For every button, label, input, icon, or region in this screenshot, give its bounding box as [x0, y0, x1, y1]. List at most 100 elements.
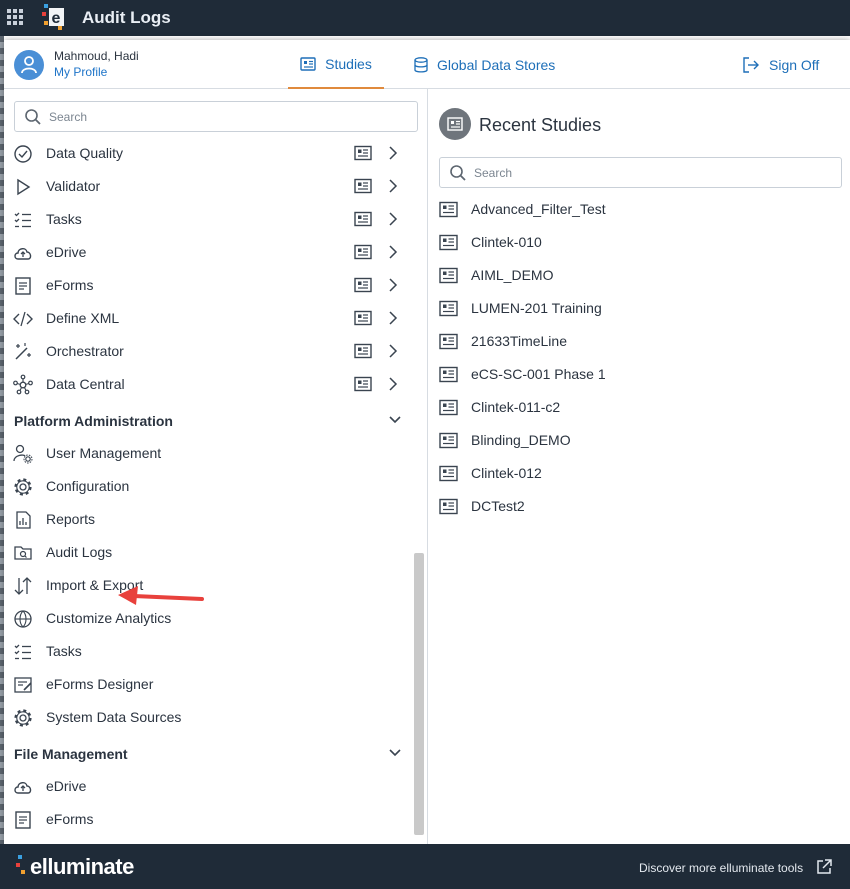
app-grid-icon[interactable] [7, 9, 23, 25]
study-doc-icon[interactable] [354, 244, 372, 260]
study-name: Blinding_DEMO [471, 432, 571, 448]
svg-text:e: e [52, 10, 61, 27]
study-item[interactable]: AIML_DEMO [439, 259, 839, 292]
study-doc-icon[interactable] [354, 211, 372, 227]
menu-item-label: eDrive [46, 244, 87, 260]
play-outline-icon [17, 178, 31, 196]
menu-item-admin-tasks[interactable]: Tasks [4, 635, 414, 668]
menu-item-import-export[interactable]: Import & Export [4, 569, 414, 602]
study-doc-icon[interactable] [354, 277, 372, 293]
menu-item-validator[interactable]: Validator [4, 170, 414, 203]
cloud-upload-icon [14, 782, 32, 794]
menu-item-label: eForms [46, 811, 94, 827]
analytics-icon [14, 610, 32, 628]
sign-off-button[interactable]: Sign Off [742, 40, 819, 89]
tab-global-data-stores[interactable]: Global Data Stores [414, 40, 555, 89]
tools-column: Search Data Quality Validator Tasks eDri… [4, 89, 428, 844]
menu-item-tasks[interactable]: Tasks [4, 203, 414, 236]
code-icon [13, 311, 33, 327]
app-title: Audit Logs [82, 8, 171, 27]
menu-item-file-edrive[interactable]: eDrive [4, 770, 414, 803]
study-name: DCTest2 [471, 498, 525, 514]
study-item[interactable]: 21633TimeLine [439, 325, 839, 358]
chevron-right-icon[interactable] [387, 343, 399, 359]
tools-search-input[interactable]: Search [14, 101, 418, 132]
study-doc-icon[interactable] [354, 145, 372, 161]
gear-icon [14, 709, 32, 727]
report-icon [16, 511, 31, 529]
study-doc-icon[interactable] [354, 310, 372, 326]
study-name: LUMEN-201 Training [471, 300, 602, 316]
chevron-down-icon[interactable] [388, 414, 402, 426]
menu-item-reports[interactable]: Reports [4, 503, 414, 536]
tab-studies[interactable]: Studies [288, 40, 384, 89]
studies-search-input[interactable]: Search [439, 157, 842, 188]
menu-item-label: Data Central [46, 376, 125, 392]
study-doc-icon [439, 498, 458, 515]
tab-label: Sign Off [769, 56, 820, 73]
study-doc-icon[interactable] [354, 343, 372, 359]
chevron-right-icon[interactable] [387, 145, 399, 161]
scrollbar-thumb[interactable] [414, 553, 424, 835]
menu-item-eforms[interactable]: eForms [4, 269, 414, 302]
study-doc-icon [439, 465, 458, 482]
chevron-right-icon[interactable] [387, 244, 399, 260]
study-doc-icon [439, 399, 458, 416]
menu-item-customize-analytics[interactable]: Customize Analytics [4, 602, 414, 635]
chevron-right-icon[interactable] [387, 211, 399, 227]
menu-item-label: eForms Designer [46, 676, 154, 692]
my-profile-link[interactable]: My Profile [54, 65, 107, 79]
study-item[interactable]: eCS-SC-001 Phase 1 [439, 358, 839, 391]
user-gear-icon [13, 444, 33, 464]
study-item[interactable]: DCTest2 [439, 490, 839, 523]
section-platform-administration[interactable]: Platform Administration [14, 413, 173, 429]
chevron-right-icon[interactable] [387, 178, 399, 194]
chevron-right-icon[interactable] [387, 310, 399, 326]
menu-item-orchestrator[interactable]: Orchestrator [4, 335, 414, 368]
menu-item-user-management[interactable]: User Management [4, 437, 414, 470]
study-doc-icon [439, 267, 458, 284]
chevron-right-icon[interactable] [387, 277, 399, 293]
menu-item-label: Audit Logs [46, 544, 113, 560]
menu-item-label: eForms [46, 277, 94, 293]
chevron-right-icon[interactable] [387, 376, 399, 392]
external-link-icon[interactable] [816, 859, 832, 875]
menu-item-label: System Data Sources [46, 709, 182, 725]
study-name: 21633TimeLine [471, 333, 567, 349]
discover-tools-link[interactable]: Discover more elluminate tools [639, 861, 803, 875]
study-item[interactable]: LUMEN-201 Training [439, 292, 839, 325]
menu-item-label: Define XML [46, 310, 120, 326]
study-doc-icon [439, 300, 458, 317]
study-doc-icon[interactable] [354, 178, 372, 194]
menu-item-label: Tasks [46, 643, 82, 659]
chevron-down-icon[interactable] [388, 747, 402, 759]
study-item[interactable]: Clintek-010 [439, 226, 839, 259]
recent-studies-column: Recent Studies Search Advanced_Filter_Te… [429, 89, 850, 844]
menu-item-data-quality[interactable]: Data Quality [4, 137, 414, 170]
study-name: eCS-SC-001 Phase 1 [471, 366, 606, 382]
section-file-management[interactable]: File Management [14, 746, 128, 762]
study-item[interactable]: Blinding_DEMO [439, 424, 839, 457]
menu-item-audit-logs[interactable]: Audit Logs [4, 536, 414, 569]
study-item[interactable]: Advanced_Filter_Test [439, 193, 839, 226]
check-circle-icon [14, 145, 32, 163]
menu-item-eforms-designer[interactable]: eForms Designer [4, 668, 414, 701]
study-item[interactable]: Clintek-012 [439, 457, 839, 490]
menu-item-configuration[interactable]: Configuration [4, 470, 414, 503]
search-placeholder: Search [474, 166, 513, 180]
study-doc-icon[interactable] [354, 376, 372, 392]
search-icon [25, 109, 41, 125]
study-name: Clintek-010 [471, 234, 542, 250]
user-name: Mahmoud, Hadi [54, 49, 139, 63]
menu-item-label: Configuration [46, 478, 130, 494]
menu-item-label: Validator [46, 178, 101, 194]
study-doc-icon [439, 333, 458, 350]
menu-item-edrive[interactable]: eDrive [4, 236, 414, 269]
menu-item-define-xml[interactable]: Define XML [4, 302, 414, 335]
top-bar: e Audit Logs [0, 0, 850, 36]
menu-item-system-data-sources[interactable]: System Data Sources [4, 701, 414, 734]
study-item[interactable]: Clintek-011-c2 [439, 391, 839, 424]
avatar[interactable] [14, 50, 44, 80]
menu-item-file-eforms[interactable]: eForms [4, 803, 414, 836]
menu-item-data-central[interactable]: Data Central [4, 368, 414, 401]
